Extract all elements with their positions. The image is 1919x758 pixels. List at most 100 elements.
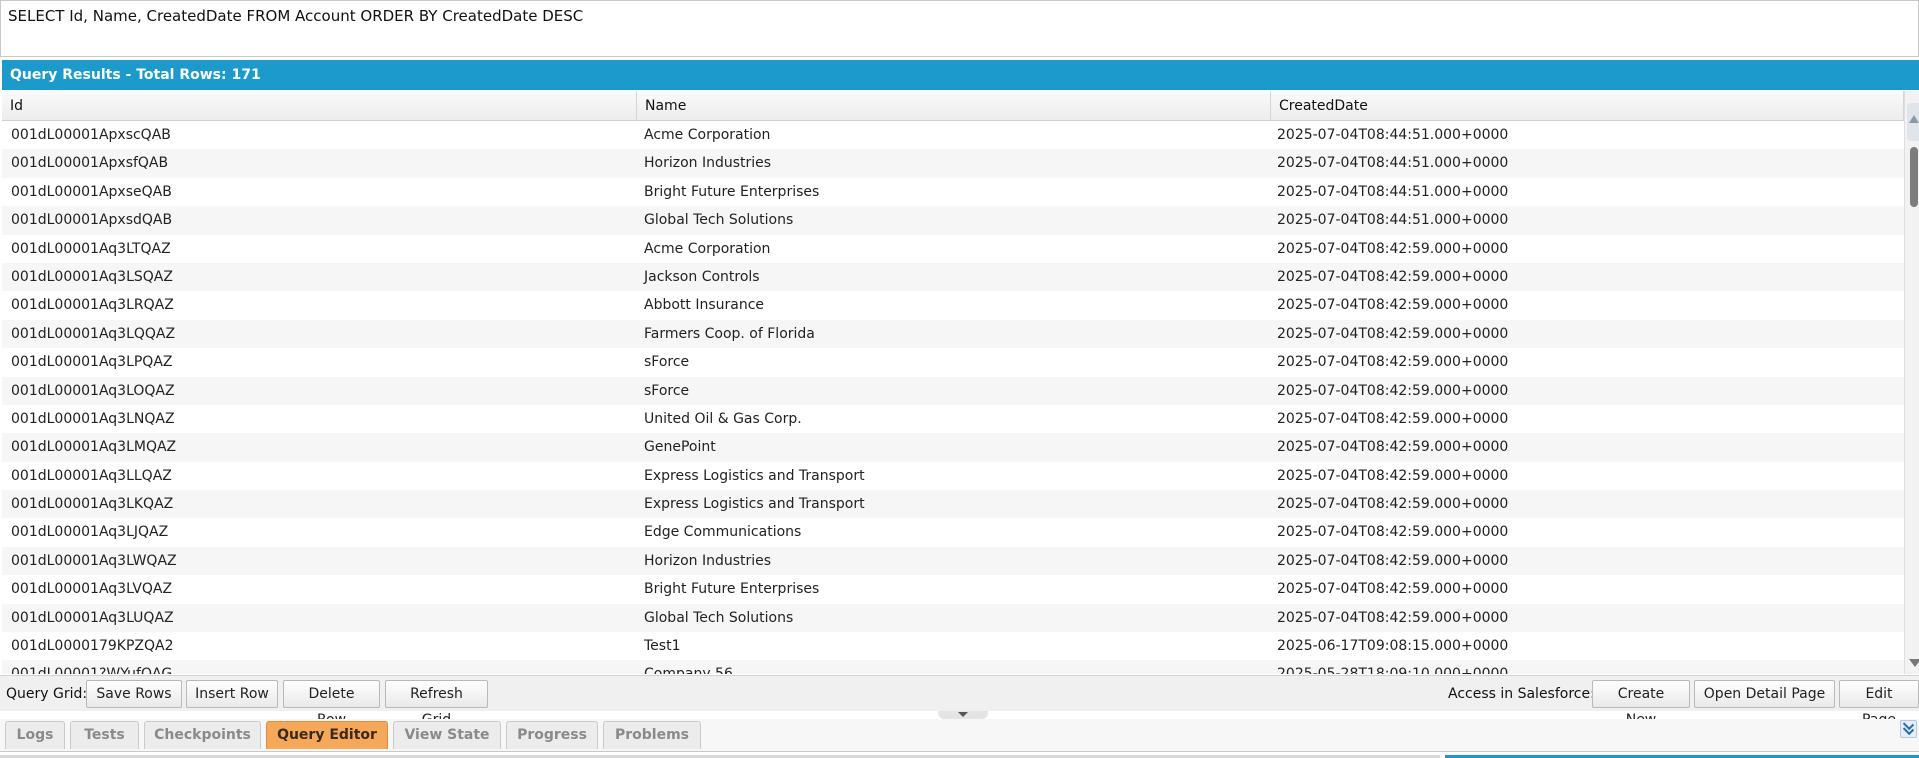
tab-checkpoints[interactable]: Checkpoints <box>144 721 261 749</box>
column-header-createddate[interactable]: CreatedDate <box>1271 91 1904 121</box>
scroll-down-icon[interactable] <box>1909 659 1919 667</box>
tab-progress[interactable]: Progress <box>506 721 598 749</box>
cell-id[interactable]: 001dL0000179KPZQA2 <box>2 632 646 660</box>
cell-id[interactable]: 001dL00001Aq3LLQAZ <box>2 462 646 490</box>
tab-query-editor[interactable]: Query Editor <box>266 721 388 749</box>
grid-vertical-scrollbar[interactable] <box>1904 91 1919 674</box>
scroll-up-icon[interactable] <box>1907 103 1919 141</box>
insert-row-button[interactable]: Insert Row <box>186 680 278 708</box>
cell-createddate[interactable]: 2025-07-04T08:42:59.000+0000 <box>1268 490 1913 518</box>
table-row[interactable]: 001dL00001Aq3LPQAZ sForce 2025-07-04T08:42… <box>2 348 1904 377</box>
cell-createddate[interactable]: 2025-06-17T09:08:15.000+0000 <box>1268 632 1913 660</box>
cell-createddate[interactable]: 2025-07-04T08:42:59.000+0000 <box>1268 433 1913 461</box>
cell-id[interactable]: 001dL00001?WYufQAG <box>2 660 646 674</box>
table-row[interactable]: 001dL00001Aq3LOQAZ sForce 2025-07-04T08:42… <box>2 376 1904 405</box>
table-row[interactable]: 001dL00001ApxsdQAB Global Tech Solutions 2… <box>2 206 1904 235</box>
query-editor-input[interactable]: SELECT Id, Name, CreatedDate FROM Accoun… <box>0 0 1919 57</box>
table-row[interactable]: 001dL0000179KPZQA2 Test1 2025-06-17T09:08:… <box>2 632 1904 661</box>
cell-id[interactable]: 001dL00001ApxscQAB <box>2 121 646 149</box>
cell-id[interactable]: 001dL00001Aq3LTQAZ <box>2 235 646 263</box>
table-row[interactable]: 001dL00001Aq3LNQAZ United Oil & Gas Corp.… <box>2 404 1904 434</box>
edit-page-button[interactable]: Edit Page <box>1839 680 1919 728</box>
cell-createddate[interactable]: 2025-07-04T08:42:59.000+0000 <box>1268 235 1913 263</box>
refresh-grid-button[interactable]: Refresh Grid <box>385 680 488 728</box>
cell-id[interactable]: 001dL00001Aq3LSQAZ <box>2 263 646 291</box>
table-row[interactable]: 001dL00001ApxscQAB Acme Corporation 2025-0… <box>2 121 1904 150</box>
table-row[interactable]: 001dL00001Aq3LVQAZ Bright Future Enterpri… <box>2 575 1904 604</box>
cell-name[interactable]: Acme Corporation <box>635 235 1279 263</box>
create-new-button[interactable]: Create New <box>1592 680 1690 728</box>
scrollbar-thumb[interactable] <box>1910 147 1918 207</box>
table-row[interactable]: 001dL00001Aq3LKQAZ Express Logistics and … <box>2 490 1904 519</box>
collapse-panel-icon[interactable] <box>1900 720 1917 738</box>
cell-createddate[interactable]: 2025-07-04T08:42:59.000+0000 <box>1268 604 1913 632</box>
cell-name[interactable]: GenePoint <box>635 433 1279 461</box>
cell-id[interactable]: 001dL00001Aq3LPQAZ <box>2 348 646 376</box>
table-row[interactable]: 001dL00001ApxseQAB Bright Future Enterpri… <box>2 177 1904 207</box>
cell-name[interactable]: Horizon Industries <box>635 149 1279 177</box>
cell-name[interactable]: Jackson Controls <box>635 263 1279 291</box>
cell-id[interactable]: 001dL00001Aq3LWQAZ <box>2 547 646 575</box>
cell-createddate[interactable]: 2025-07-04T08:42:59.000+0000 <box>1268 575 1913 603</box>
cell-name[interactable]: Global Tech Solutions <box>635 206 1279 234</box>
cell-createddate[interactable]: 2025-05-28T18:09:10.000+0000 <box>1268 660 1913 674</box>
table-row[interactable]: 001dL00001Aq3LSQAZ Jackson Controls 2025-0… <box>2 262 1904 292</box>
cell-name[interactable]: Company 56 <box>635 660 1279 674</box>
tab-view-state[interactable]: View State <box>393 721 501 749</box>
cell-id[interactable]: 001dL00001Aq3LRQAZ <box>2 291 646 319</box>
cell-name[interactable]: sForce <box>635 348 1279 376</box>
table-row[interactable]: 001dL00001Aq3LLQAZ Express Logistics and … <box>2 461 1904 491</box>
table-row[interactable]: 001dL00001Aq3LTQAZ Acme Corporation 2025-0… <box>2 234 1904 263</box>
table-row[interactable]: 001dL00001?WYufQAGCompany 562025-05-28T1… <box>2 660 1904 674</box>
cell-name[interactable]: Bright Future Enterprises <box>635 178 1279 206</box>
cell-createddate[interactable]: 2025-07-04T08:42:59.000+0000 <box>1268 320 1913 348</box>
table-row[interactable]: 001dL00001Aq3LQQAZ Farmers Coop. of Flori… <box>2 319 1904 349</box>
table-row[interactable]: 001dL00001Aq3LMQAZ GenePoint 2025-07-04T08… <box>2 433 1904 462</box>
save-rows-button[interactable]: Save Rows <box>86 680 182 708</box>
panel-splitter-handle[interactable] <box>938 711 988 719</box>
tab-problems[interactable]: Problems <box>603 721 701 749</box>
tab-tests[interactable]: Tests <box>70 721 139 749</box>
column-header-name[interactable]: Name <box>637 91 1271 121</box>
cell-createddate[interactable]: 2025-07-04T08:42:59.000+0000 <box>1268 263 1913 291</box>
table-row[interactable]: 001dL00001ApxsfQAB Horizon Industries 2025… <box>2 149 1904 178</box>
cell-name[interactable]: Test1 <box>635 632 1279 660</box>
tab-logs[interactable]: Logs <box>5 721 65 749</box>
cell-id[interactable]: 001dL00001ApxseQAB <box>2 178 646 206</box>
query-text[interactable]: SELECT Id, Name, CreatedDate FROM Accoun… <box>8 7 583 25</box>
cell-name[interactable]: Express Logistics and Transport <box>635 462 1279 490</box>
cell-id[interactable]: 001dL00001Aq3LNQAZ <box>2 405 646 433</box>
table-row[interactable]: 001dL00001Aq3LWQAZ Horizon Industries 2025… <box>2 546 1904 576</box>
table-row[interactable]: 001dL00001Aq3LRQAZ Abbott Insurance 2025-0… <box>2 291 1904 320</box>
cell-createddate[interactable]: 2025-07-04T08:42:59.000+0000 <box>1268 348 1913 376</box>
cell-createddate[interactable]: 2025-07-04T08:42:59.000+0000 <box>1268 518 1913 546</box>
cell-id[interactable]: 001dL00001Aq3LOQAZ <box>2 377 646 405</box>
cell-name[interactable]: Express Logistics and Transport <box>635 490 1279 518</box>
cell-createddate[interactable]: 2025-07-04T08:44:51.000+0000 <box>1268 121 1913 149</box>
cell-id[interactable]: 001dL00001ApxsfQAB <box>2 149 646 177</box>
cell-name[interactable]: sForce <box>635 377 1279 405</box>
cell-createddate[interactable]: 2025-07-04T08:42:59.000+0000 <box>1268 291 1913 319</box>
table-row[interactable]: 001dL00001Aq3LUQAZ Global Tech Solutions 2… <box>2 603 1904 633</box>
open-detail-page-button[interactable]: Open Detail Page <box>1694 680 1835 708</box>
cell-id[interactable]: 001dL00001Aq3LVQAZ <box>2 575 646 603</box>
cell-name[interactable]: Farmers Coop. of Florida <box>635 320 1279 348</box>
cell-createddate[interactable]: 2025-07-04T08:44:51.000+0000 <box>1268 178 1913 206</box>
cell-name[interactable]: Edge Communications <box>635 518 1279 546</box>
cell-id[interactable]: 001dL00001Aq3LQQAZ <box>2 320 646 348</box>
cell-createddate[interactable]: 2025-07-04T08:44:51.000+0000 <box>1268 206 1913 234</box>
cell-name[interactable]: Acme Corporation <box>635 121 1279 149</box>
cell-id[interactable]: 001dL00001Aq3LKQAZ <box>2 490 646 518</box>
cell-id[interactable]: 001dL00001ApxsdQAB <box>2 206 646 234</box>
cell-id[interactable]: 001dL00001Aq3LMQAZ <box>2 433 646 461</box>
cell-createddate[interactable]: 2025-07-04T08:42:59.000+0000 <box>1268 377 1913 405</box>
cell-name[interactable]: Global Tech Solutions <box>635 604 1279 632</box>
cell-name[interactable]: United Oil & Gas Corp. <box>635 405 1279 433</box>
cell-createddate[interactable]: 2025-07-04T08:42:59.000+0000 <box>1268 547 1913 575</box>
cell-createddate[interactable]: 2025-07-04T08:44:51.000+0000 <box>1268 149 1913 177</box>
cell-name[interactable]: Horizon Industries <box>635 547 1279 575</box>
column-header-id[interactable]: Id <box>2 91 637 121</box>
cell-name[interactable]: Abbott Insurance <box>635 291 1279 319</box>
cell-id[interactable]: 001dL00001Aq3LUQAZ <box>2 604 646 632</box>
delete-row-button[interactable]: Delete Row <box>283 680 380 728</box>
